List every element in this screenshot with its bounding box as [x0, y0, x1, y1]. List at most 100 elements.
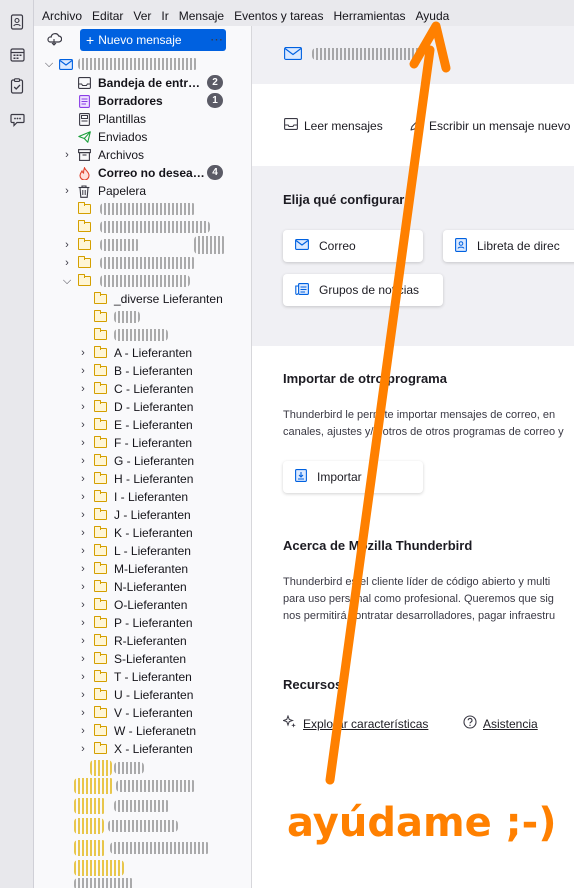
expand-chevron-icon[interactable]: ›	[62, 239, 72, 251]
expand-chevron-icon[interactable]: ›	[62, 149, 72, 161]
expand-chevron-icon[interactable]: ›	[78, 527, 88, 539]
expand-chevron-icon[interactable]: ›	[78, 617, 88, 629]
collapse-chevron-icon[interactable]: ⌵	[44, 58, 54, 71]
archive-icon	[77, 148, 91, 162]
expand-chevron-icon[interactable]: ›	[78, 707, 88, 719]
folder-icon	[93, 616, 107, 630]
expand-chevron-icon[interactable]: ›	[62, 185, 72, 197]
address-book-icon	[455, 237, 467, 255]
subfolder-redacted[interactable]	[34, 308, 252, 326]
folder-label: N-Lieferanten	[114, 580, 187, 594]
expand-chevron-icon[interactable]: ›	[78, 545, 88, 557]
folder-redacted[interactable]: ›	[34, 254, 252, 272]
subfolder-u[interactable]: › U - Lieferanten	[34, 686, 252, 704]
subfolder-m[interactable]: › M-Lieferanten	[34, 560, 252, 578]
expand-chevron-icon[interactable]: ›	[78, 437, 88, 449]
subfolder-b[interactable]: › B - Lieferanten	[34, 362, 252, 380]
subfolder-diverse[interactable]: _diverse Lieferanten	[34, 290, 252, 308]
expand-chevron-icon[interactable]: ›	[78, 473, 88, 485]
subfolder-l[interactable]: › L - Lieferanten	[34, 542, 252, 560]
folder-icon	[93, 418, 107, 432]
setup-mail-button[interactable]: Correo	[283, 230, 423, 262]
read-messages-link[interactable]: Leer mensajes	[284, 118, 383, 133]
folder-trash[interactable]: › Papelera	[34, 182, 252, 200]
folder-icon	[77, 220, 91, 234]
account-row[interactable]: ⌵	[34, 55, 252, 73]
calendar-icon[interactable]	[7, 44, 27, 64]
subfolder-s[interactable]: › S-Lieferanten	[34, 650, 252, 668]
folder-pane-menu-button[interactable]: ⋯	[210, 32, 223, 48]
folder-pane: + Nuevo mensaje ⋯ ⌵ Bandeja de entr… 2 B…	[34, 26, 252, 888]
subfolder-i[interactable]: › I - Lieferanten	[34, 488, 252, 506]
subfolder-j[interactable]: › J - Lieferanten	[34, 506, 252, 524]
subfolder-redacted[interactable]	[34, 326, 252, 344]
expand-chevron-icon[interactable]: ›	[78, 653, 88, 665]
setup-newsgroups-button[interactable]: Grupos de noticias	[283, 274, 443, 306]
setup-address-book-button[interactable]: Libreta de direc	[443, 230, 574, 262]
folder-templates[interactable]: Plantillas	[34, 110, 252, 128]
folder-sent[interactable]: Enviados	[34, 128, 252, 146]
folder-drafts[interactable]: Borradores 1	[34, 92, 252, 110]
subfolder-k[interactable]: › K - Lieferanten	[34, 524, 252, 542]
subfolder-d[interactable]: › D - Lieferanten	[34, 398, 252, 416]
redacted-folder-name	[100, 203, 196, 215]
get-messages-icon[interactable]	[46, 32, 63, 49]
expand-chevron-icon[interactable]: ›	[78, 419, 88, 431]
expand-chevron-icon[interactable]: ›	[78, 689, 88, 701]
folder-label: E - Lieferanten	[114, 418, 193, 432]
folder-redacted-expanded[interactable]: ⌵	[34, 272, 252, 290]
folder-redacted[interactable]	[34, 218, 252, 236]
subfolder-c[interactable]: › C - Lieferanten	[34, 380, 252, 398]
folder-archives[interactable]: › Archivos	[34, 146, 252, 164]
support-link[interactable]: Asistencia	[463, 715, 538, 732]
subfolder-h[interactable]: › H - Lieferanten	[34, 470, 252, 488]
redacted-folder-name	[100, 239, 140, 251]
expand-chevron-icon[interactable]: ›	[62, 257, 72, 269]
expand-chevron-icon[interactable]: ›	[78, 401, 88, 413]
expand-chevron-icon[interactable]: ›	[78, 599, 88, 611]
folder-label: D - Lieferanten	[114, 400, 194, 414]
folder-icon	[93, 580, 107, 594]
expand-chevron-icon[interactable]: ›	[78, 347, 88, 359]
subfolder-v[interactable]: › V - Lieferanten	[34, 704, 252, 722]
folder-redacted[interactable]	[34, 200, 252, 218]
expand-chevron-icon[interactable]: ›	[78, 455, 88, 467]
expand-chevron-icon[interactable]: ›	[78, 635, 88, 647]
expand-chevron-icon[interactable]: ›	[78, 581, 88, 593]
subfolder-o[interactable]: › O-Lieferanten	[34, 596, 252, 614]
subfolder-f[interactable]: › F - Lieferanten	[34, 434, 252, 452]
new-message-label: Nuevo mensaje	[98, 33, 182, 47]
folder-redacted[interactable]: ›	[34, 236, 252, 254]
explore-features-link[interactable]: Explorar características	[282, 714, 428, 732]
subfolder-p[interactable]: › P - Lieferanten	[34, 614, 252, 632]
expand-chevron-icon[interactable]: ›	[78, 743, 88, 755]
unread-badge: 2	[207, 75, 223, 90]
collapse-chevron-icon[interactable]: ⌵	[62, 275, 72, 288]
pencil-icon	[410, 118, 423, 134]
subfolder-n[interactable]: › N-Lieferanten	[34, 578, 252, 596]
tasks-icon[interactable]	[7, 76, 27, 96]
expand-chevron-icon[interactable]: ›	[78, 491, 88, 503]
subfolder-w[interactable]: › W - Lieferanetn	[34, 722, 252, 740]
expand-chevron-icon[interactable]: ›	[78, 725, 88, 737]
folder-junk[interactable]: Correo no desea… 4	[34, 164, 252, 182]
subfolder-a[interactable]: › A - Lieferanten	[34, 344, 252, 362]
import-button[interactable]: Importar	[283, 461, 423, 493]
account-mail-icon	[59, 57, 73, 71]
configure-section: Elija qué configurar Correo Libreta de d…	[252, 166, 574, 346]
subfolder-t[interactable]: › T - Lieferanten	[34, 668, 252, 686]
expand-chevron-icon[interactable]: ›	[78, 509, 88, 521]
folder-inbox[interactable]: Bandeja de entr… 2	[34, 74, 252, 92]
expand-chevron-icon[interactable]: ›	[78, 563, 88, 575]
subfolder-x[interactable]: › X - Lieferanten	[34, 740, 252, 758]
new-message-button[interactable]: + Nuevo mensaje	[80, 29, 226, 51]
expand-chevron-icon[interactable]: ›	[78, 365, 88, 377]
subfolder-g[interactable]: › G - Lieferanten	[34, 452, 252, 470]
chat-icon[interactable]	[7, 109, 27, 129]
write-message-link[interactable]: Escribir un mensaje nuevo	[410, 118, 570, 134]
subfolder-e[interactable]: › E - Lieferanten	[34, 416, 252, 434]
expand-chevron-icon[interactable]: ›	[78, 671, 88, 683]
subfolder-r[interactable]: › R-Lieferanten	[34, 632, 252, 650]
address-book-icon[interactable]	[7, 12, 27, 32]
expand-chevron-icon[interactable]: ›	[78, 383, 88, 395]
